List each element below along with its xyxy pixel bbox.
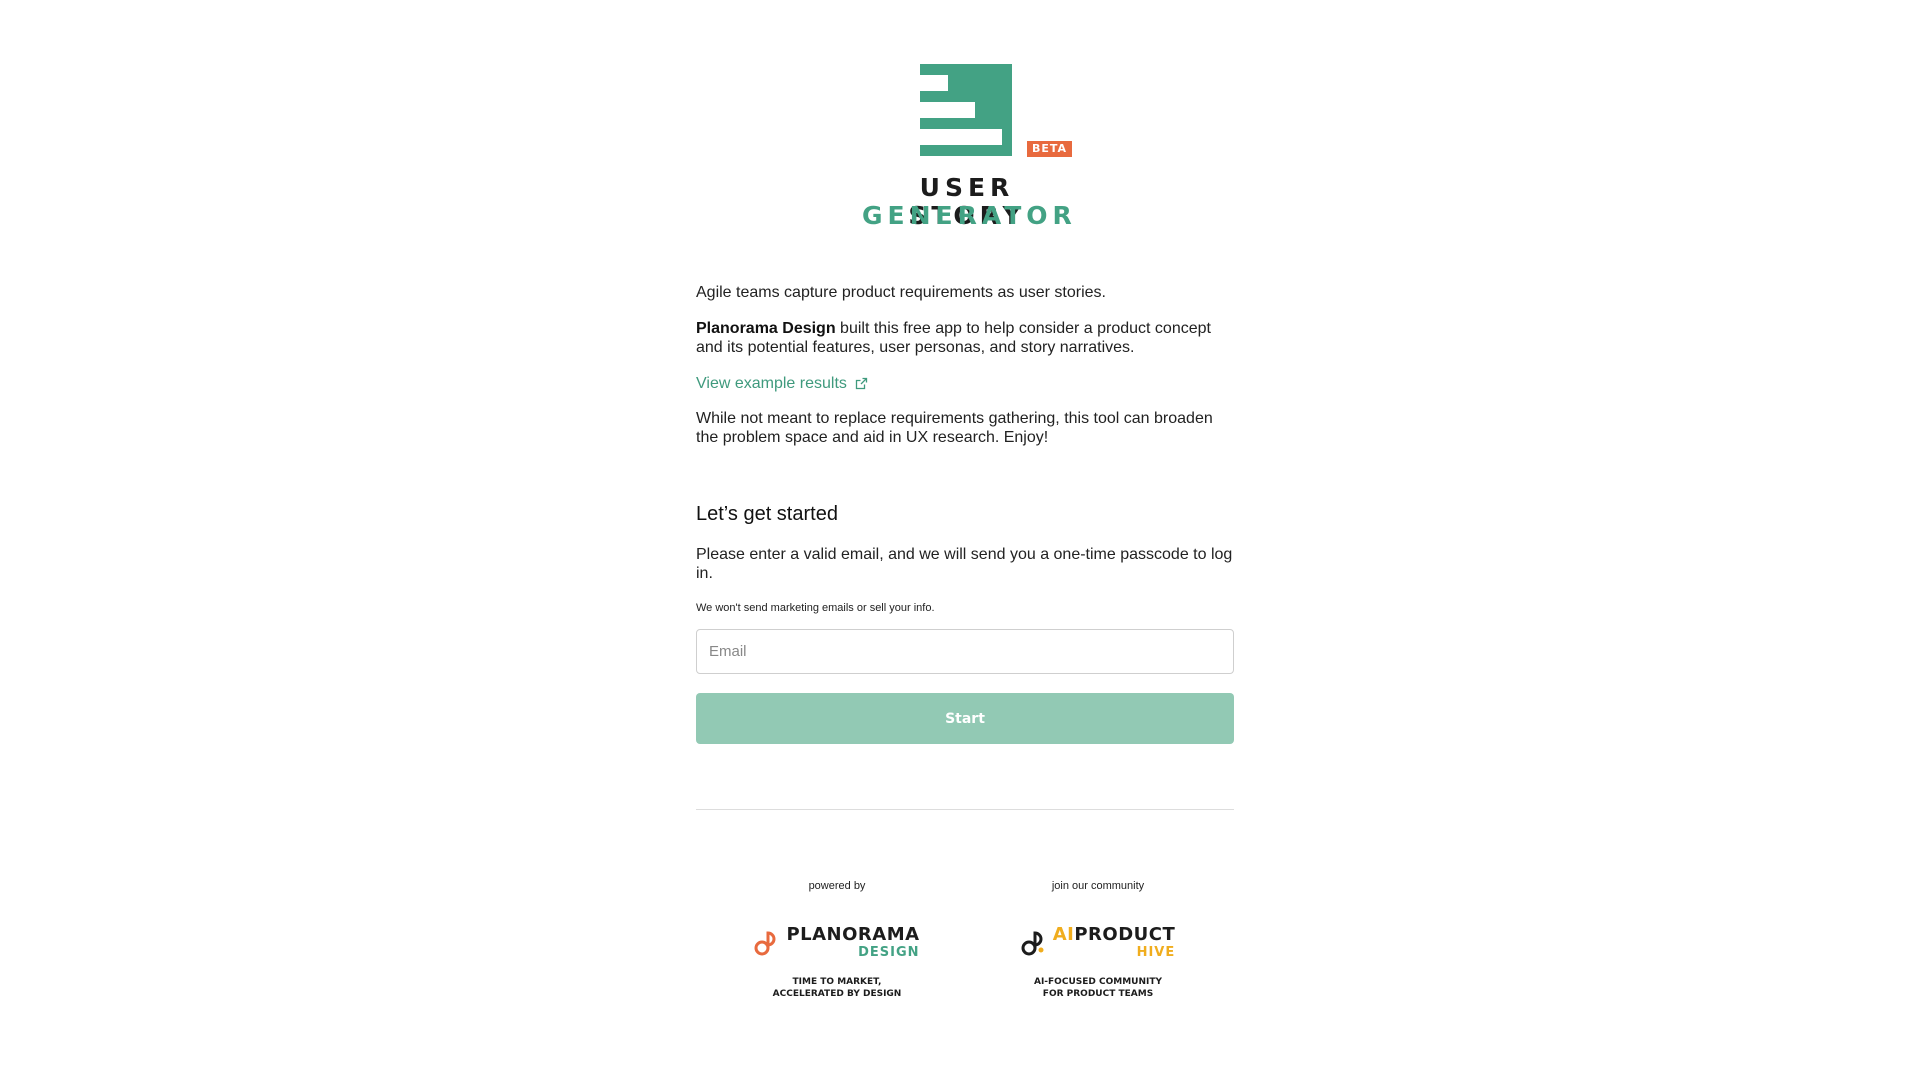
document-bars-logo-icon — [920, 64, 1012, 156]
planorama-design-link[interactable]: PLANORAMA DESIGN — [737, 926, 937, 962]
view-example-results-label: View example results — [696, 375, 847, 392]
community-caption: join our community — [1051, 880, 1145, 892]
aiproduct-brand-name: PRODUCT — [1074, 924, 1176, 945]
aiproduct-ai: AI — [1052, 924, 1075, 945]
app-title-line2: GENERATOR — [862, 201, 1077, 230]
aiproduct-hive-link[interactable]: AIPRODUCT HIVE — [998, 926, 1198, 962]
intro-text-3: While not meant to replace requirements … — [696, 410, 1213, 446]
view-example-results-link[interactable]: View example results — [696, 374, 868, 393]
powered-by-section: powered by PLANORAMA DESIGN TIME TO MARK… — [737, 880, 937, 1000]
planorama-brand-name: PLANORAMA — [786, 924, 920, 945]
aiproduct-tagline: AI-FOCUSED COMMUNITY FOR PRODUCT TEAMS — [1033, 977, 1162, 999]
page: BETA USER STORY GENERATOR Agile teams ca… — [0, 0, 1920, 1080]
aiproduct-hive-logo-icon — [1021, 931, 1044, 956]
privacy-note: We won't send marketing emails or sell y… — [696, 602, 935, 614]
intro-text-2: Planorama Design built this free app to … — [696, 319, 1236, 357]
powered-by-caption: powered by — [808, 880, 866, 892]
signup-instructions: Please enter a valid email, and we will … — [696, 546, 1233, 582]
aiproduct-brand-sub: HIVE — [1136, 945, 1176, 960]
intro-text-1: Agile teams capture product requirements… — [696, 284, 1106, 301]
start-button[interactable]: Start — [696, 693, 1234, 744]
community-section: join our community AIPRODUCT HIVE AI-FOC… — [998, 880, 1198, 1000]
signup-heading: Let’s get started — [696, 503, 838, 525]
divider — [696, 809, 1234, 810]
planorama-tagline: TIME TO MARKET, ACCELERATED BY DESIGN — [772, 977, 902, 999]
external-link-icon — [855, 377, 868, 390]
planorama-logo-icon — [754, 931, 776, 956]
beta-badge: BETA — [1027, 141, 1073, 157]
email-input[interactable] — [696, 629, 1234, 674]
planorama-name: Planorama Design — [696, 320, 836, 337]
planorama-brand-sub: DESIGN — [858, 945, 920, 960]
